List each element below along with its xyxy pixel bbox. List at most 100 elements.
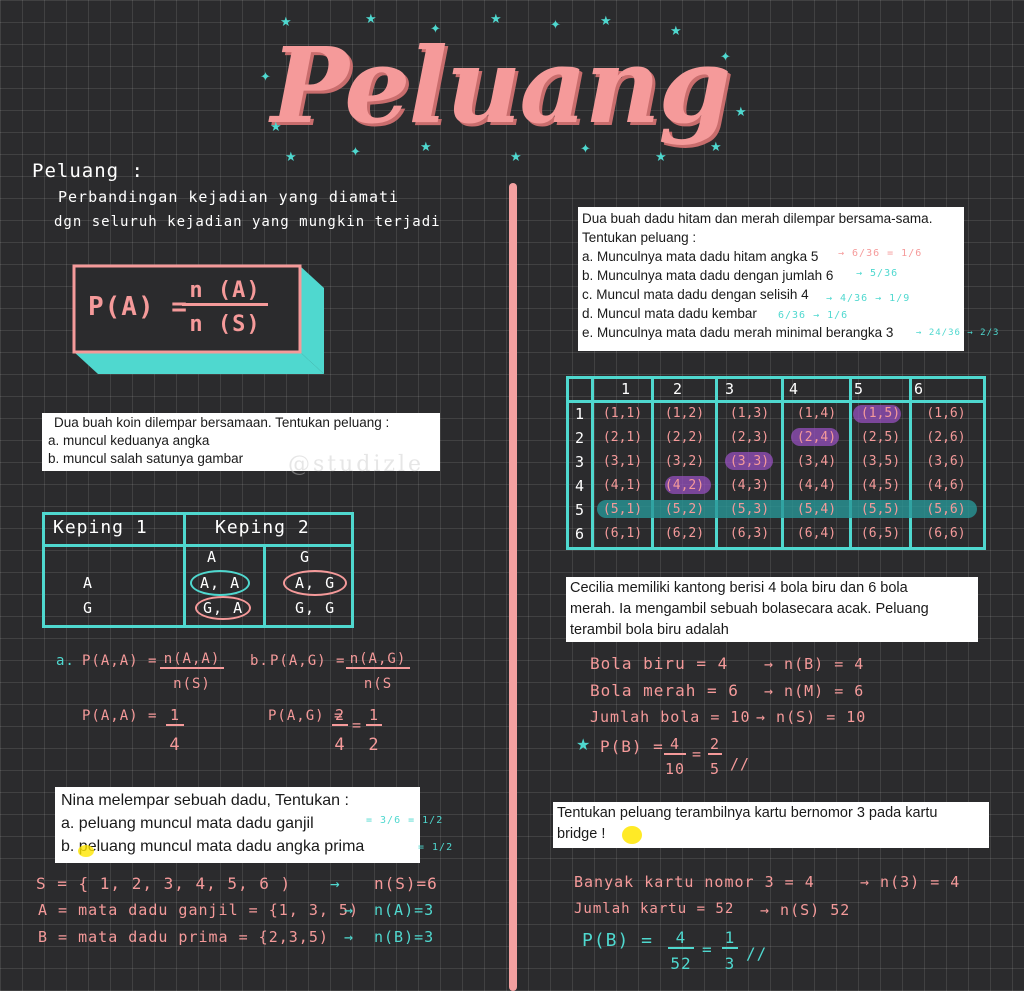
die-answer-a: = 3/6 = 1/2 [366, 815, 444, 826]
dice-col-header: 1 [621, 380, 631, 398]
ball-problem-line-1: Cecilia memiliki kantong berisi 4 bola b… [570, 580, 908, 596]
star-icon: ★ [600, 13, 612, 28]
coin-row-g: G [83, 599, 94, 617]
yellow-highlight-dot [622, 826, 642, 844]
dice-problem-line-4: b. Munculnya mata dadu dengan jumlah 6 [582, 268, 834, 283]
coin-sol-a-res-num: 1 [166, 706, 184, 726]
star-bullet-icon: ★ [576, 737, 591, 754]
coin-sol-b-res-num2: 1 [366, 706, 382, 726]
card-sol-r2: → n(S) 52 [760, 901, 851, 919]
coin-sol-b-label: b. [250, 653, 269, 669]
center-divider [509, 183, 517, 991]
card-sol-l2: Jumlah kartu = 52 [574, 901, 735, 917]
ball-sol-p-num: 4 [664, 735, 686, 755]
dice-col-header: 5 [854, 380, 864, 398]
done-mark: // [746, 944, 768, 963]
dice-row-header: 3 [575, 453, 585, 471]
dice-answer-a: → 6/36 = 1/6 [838, 248, 923, 259]
ball-sol-p-equals: = [692, 745, 703, 763]
ball-sol-r3: → n(S) = 10 [756, 708, 867, 726]
dice-cell: (3,4) [796, 454, 837, 469]
star-icon: ★ [365, 11, 377, 26]
ball-sol-p-den2: 5 [709, 760, 721, 778]
coin-sol-a-label: a. [56, 653, 75, 669]
coin-sol-a-formula: P(A,A) = [82, 653, 158, 669]
coin-sol-b-res-den: 4 [334, 735, 346, 755]
dice-problem-line-1: Dua buah dadu hitam dan merah dilempar b… [582, 211, 933, 226]
dice-cell: (4,2) [664, 478, 705, 493]
definition-heading: Peluang : [32, 160, 144, 182]
ball-sol-l1: Bola biru = 4 [590, 654, 729, 673]
dice-problem-card: Dua buah dadu hitam dan merah dilempar b… [578, 207, 964, 351]
die-answer-b: = 1/2 [418, 842, 454, 853]
card-problem-card: Tentukan peluang terambilnya kartu berno… [553, 802, 989, 848]
dice-cell: (2,1) [602, 430, 643, 445]
dice-cell: (3,5) [860, 454, 901, 469]
dice-problem-line-2: Tentukan peluang : [582, 230, 697, 245]
card-sol-p-num: 4 [668, 928, 694, 949]
card-sol-p-num2: 1 [722, 928, 738, 949]
coin-cell-ag: A, G [283, 570, 348, 596]
dice-row-header: 4 [575, 477, 585, 495]
coin-sol-b-res-den2: 2 [368, 735, 380, 755]
dice-cell: (1,5) [860, 406, 901, 421]
dice-cell: (2,6) [926, 430, 966, 445]
die-sol-a-n: n(A)=3 [374, 901, 435, 919]
coin-sol-b-num: n(A,G) [346, 651, 410, 669]
dice-row-header: 5 [575, 501, 585, 519]
coin-table-rule [183, 515, 186, 625]
dice-answer-e: → 24/36 → 2/3 [916, 328, 1000, 338]
die-problem-line-1: Nina melempar sebuah dadu, Tentukan : [61, 792, 349, 809]
dice-cell: (4,3) [729, 478, 770, 493]
dice-problem-line-7: e. Munculnya mata dadu merah minimal ber… [582, 325, 894, 340]
coin-sol-a-den: n(S) [173, 676, 211, 692]
coin-sol-b-formula: P(A,G) = [270, 653, 346, 669]
card-sol-p-den: 52 [670, 954, 692, 973]
dice-row-header: 1 [575, 405, 585, 423]
dice-cell: (5,2) [664, 502, 705, 517]
coin-header-2: Keping 2 [215, 517, 310, 538]
die-sol-a-arrow: → [344, 901, 355, 919]
die-sol-s-n: n(S)=6 [374, 874, 438, 893]
star-icon: ★ [710, 139, 722, 154]
coin-sol-b-den: n(S [363, 676, 393, 692]
formula-lhs: P(A) = [88, 292, 188, 322]
coin-problem-line-1: Dua buah koin dilempar bersamaan. Tentuk… [54, 415, 390, 430]
coin-table-rule [45, 544, 351, 547]
ball-sol-p-label: P(B) = [600, 737, 664, 756]
star-icon: ✦ [580, 141, 591, 156]
dice-cell: (4,6) [926, 478, 966, 493]
star-icon: ✦ [350, 144, 361, 159]
definition-line-1: Perbandingan kejadian yang diamati [58, 188, 400, 206]
dice-cell: (4,1) [602, 478, 643, 493]
coin-sol-b-res-num: 2 [332, 706, 348, 726]
coin-header-1: Keping 1 [53, 517, 148, 538]
dice-cell: (3,6) [926, 454, 966, 469]
dice-cell: (6,6) [926, 526, 966, 541]
dice-col-header: 2 [673, 380, 683, 398]
star-icon: ★ [670, 23, 682, 38]
star-icon: ★ [285, 149, 297, 164]
ball-problem-line-2: merah. Ia mengambil sebuah bolasecara ac… [570, 601, 929, 617]
dice-cell: (4,4) [796, 478, 837, 493]
dice-col-header: 6 [914, 380, 924, 398]
dice-answer-d: 6/36 → 1/6 [778, 310, 849, 321]
dice-col-header: 4 [789, 380, 799, 398]
dice-cell: (3,1) [602, 454, 643, 469]
star-icon: ✦ [430, 21, 441, 36]
star-icon: ★ [280, 14, 292, 29]
dice-answer-b: → 5/36 [856, 268, 899, 279]
dice-cell: (2,4) [796, 430, 837, 445]
coin-sol-a-num: n(A,A) [160, 651, 224, 669]
ball-sol-r1: → n(B) = 4 [764, 655, 865, 673]
dice-cell: (5,1) [602, 502, 643, 517]
done-mark: // [730, 755, 751, 773]
coin-sol-a-result: P(A,A) = [82, 708, 158, 724]
dice-row-header: 6 [575, 525, 585, 543]
coin-cell-gg: G, G [295, 599, 336, 617]
formula-numerator: n (A) [182, 278, 268, 306]
dice-cell: (5,6) [926, 502, 966, 517]
dice-cell: (2,3) [729, 430, 770, 445]
die-sol-a-set: A = mata dadu ganjil = {1, 3, 5) [38, 901, 359, 919]
die-problem-line-3: b. peluang muncul mata dadu angka prima [61, 838, 365, 855]
